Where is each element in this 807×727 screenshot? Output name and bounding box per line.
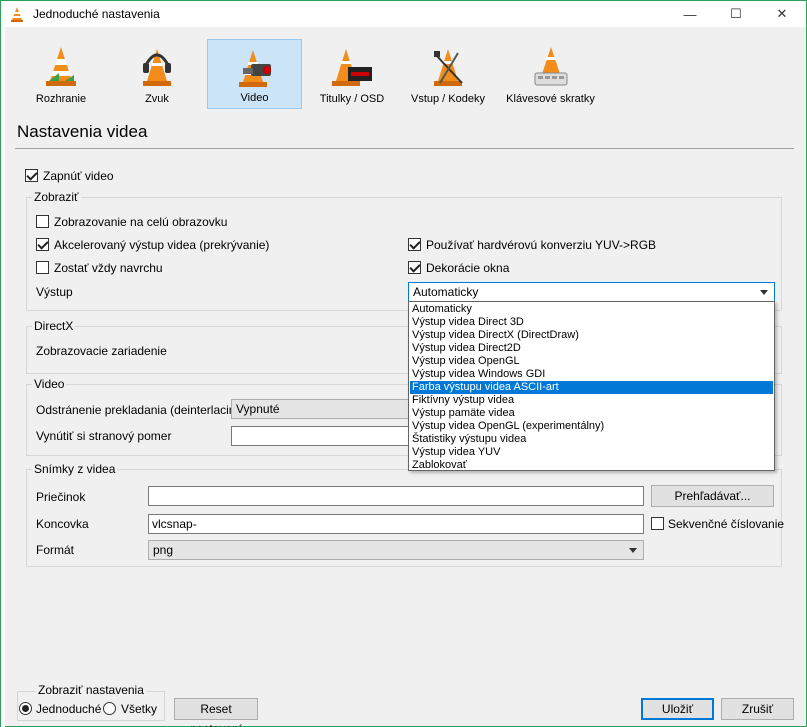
close-button[interactable]: ✕ [759,1,805,27]
close-icon: ✕ [776,6,788,21]
maximize-button[interactable]: ☐ [713,1,759,27]
aspect-ratio-input[interactable] [231,426,411,446]
output-option[interactable]: Fiktívny výstup videa [410,394,773,407]
chevron-down-icon [629,548,637,553]
output-select-value: Automaticky [413,285,479,299]
prefix-input[interactable]: vlcsnap- [148,514,644,534]
folder-label: Priečinok [36,490,86,504]
output-label: Výstup [36,285,73,299]
display-device-label: Zobrazovacie zariadenie [36,344,167,358]
output-option[interactable]: Výstup videa Direct2D [410,342,773,355]
hw-yuv-label: Používať hardvérovú konverziu YUV->RGB [426,238,657,252]
title-bar: Jednoduché nastavenia — ☐ ✕ [1,1,806,27]
tab-interface-label: Rozhranie [35,93,87,105]
output-option-highlighted[interactable]: Farba výstupu videa ASCII-art [410,381,773,394]
fullscreen-label: Zobrazovanie na celú obrazovku [54,215,228,229]
audio-headphones-cone-icon [143,49,171,86]
hw-yuv-checkbox[interactable] [408,238,421,251]
tab-subtitles-osd-label: Titulky / OSD [319,93,385,105]
always-on-top-label: Zostať vždy navrchu [54,261,163,275]
tab-video-label: Video [240,92,269,104]
deinterlace-select-value: Vypnuté [236,402,280,416]
all-label: Všetky [121,702,158,716]
vlc-cone-icon [11,7,23,22]
divider [15,148,794,149]
folder-input[interactable] [148,486,644,506]
output-option[interactable]: Výstup videa Direct 3D [410,316,773,329]
prefix-value: vlcsnap- [152,517,197,531]
overlay-checkbox[interactable] [36,238,49,251]
format-select-value: png [153,543,174,557]
cancel-button-label: Zrušiť [741,702,774,716]
tab-audio-label: Zvuk [145,93,169,105]
decorations-label: Dekorácie okna [426,261,510,275]
fullscreen-checkbox[interactable] [36,215,49,228]
minimize-icon: — [683,6,697,22]
sequential-numbering-checkbox[interactable] [651,517,664,530]
deinterlace-label: Odstránenie prekladania (deinterlacing) [36,403,247,417]
hotkeys-cone-icon [534,47,567,86]
interface-cone-icon [46,47,76,86]
reset-preferences-button[interactable]: Reset nastavení [174,698,258,727]
enable-video-checkbox[interactable] [25,169,38,182]
minimize-button[interactable]: — [667,1,713,27]
output-option[interactable]: Výstup videa DirectX (DirectDraw) [410,329,773,342]
browse-button-label: Prehľadávať... [674,489,751,503]
cancel-button[interactable]: Zrušiť [721,698,794,720]
browse-button[interactable]: Prehľadávať... [651,485,774,507]
aspect-ratio-label: Vynútiť si stranový pomer [36,429,172,443]
always-on-top-checkbox[interactable] [36,261,49,274]
sequential-numbering-label: Sekvenčné číslovanie [668,517,785,531]
tab-interface[interactable]: Rozhranie [15,39,107,109]
all-radio[interactable] [103,702,116,715]
overlay-label: Akcelerovaný výstup videa (prekrývanie) [54,238,270,252]
output-option[interactable]: Automaticky [410,303,773,316]
save-button[interactable]: Uložiť [641,698,714,720]
directx-group-title: DirectX [32,319,76,333]
format-label: Formát [36,543,75,557]
category-toolbar: Rozhranie Zvuk Video Titulky / OSD Vstup… [15,39,795,111]
snapshots-group-title: Snímky z videa [32,462,118,476]
tab-hotkeys-label: Klávesové skratky [506,93,595,105]
chevron-down-icon [760,290,768,295]
page-title: Nastavenia videa [17,122,148,141]
output-dropdown-list: Automaticky Výstup videa Direct 3D Výstu… [408,301,775,471]
reset-preferences-label: Reset nastavení [190,702,242,727]
simple-radio[interactable] [19,702,32,715]
show-settings-title: Zobraziť nastavenia [36,683,146,697]
video-group-title: Video [32,377,67,391]
deinterlace-select[interactable]: Vypnuté [231,399,411,419]
tab-input-codecs-label: Vstup / Kodeky [411,93,485,105]
tab-subtitles-osd[interactable]: Titulky / OSD [306,39,398,109]
prefix-label: Koncovka [36,517,89,531]
output-select[interactable]: Automaticky [408,282,775,302]
tab-audio[interactable]: Zvuk [111,39,203,109]
output-option[interactable]: Výstup pamäte videa [410,407,773,420]
output-option[interactable]: Výstup videa OpenGL (experimentálny) [410,420,773,433]
preferences-window: Jednoduché nastavenia — ☐ ✕ Rozhranie Zv… [0,0,807,727]
output-option[interactable]: Výstup videa OpenGL [410,355,773,368]
input-codecs-cone-icon [434,49,463,86]
video-cone-icon [238,50,271,87]
tab-input-codecs[interactable]: Vstup / Kodeky [402,39,494,109]
window-title: Jednoduché nastavenia [33,7,160,21]
decorations-checkbox[interactable] [408,261,421,274]
output-option[interactable]: Výstup videa Windows GDI [410,368,773,381]
output-option[interactable]: Štatistiky výstupu videa [410,433,773,446]
tab-hotkeys[interactable]: Klávesové skratky [498,39,603,109]
tab-video[interactable]: Video [207,39,302,109]
subtitles-cone-icon [332,49,372,86]
format-select[interactable]: png [148,540,644,560]
display-group-title: Zobraziť [32,190,81,204]
simple-label: Jednoduché [36,702,102,716]
output-option[interactable]: Výstup videa YUV [410,446,773,459]
enable-video-label: Zapnúť video [43,169,114,183]
maximize-icon: ☐ [730,6,742,21]
save-button-label: Uložiť [661,702,694,716]
output-option[interactable]: Zablokovať [410,459,773,472]
background-edge [1,27,5,727]
